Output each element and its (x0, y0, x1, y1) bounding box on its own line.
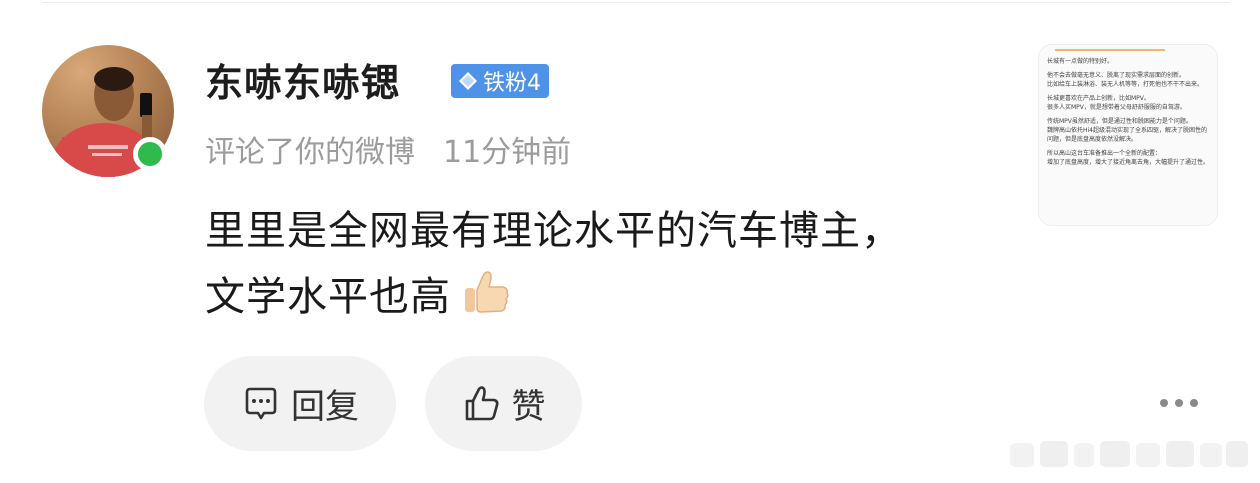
fan-level-badge: 铁粉4 (451, 64, 549, 98)
thumbnail-paragraph: 传统MPV虽然舒适，但是通过性和脱困能力是个问题。 魏牌高山依托Hi4超级混动实… (1047, 118, 1207, 143)
thumbnail-accent-bar (1055, 49, 1165, 51)
thumbs-up-icon (465, 385, 498, 420)
like-button[interactable]: 赞 (425, 356, 582, 451)
post-thumbnail[interactable]: 长城有一点做的特别好。 他不会去做毫无意义、脱离了现实需求层面的创新。 比如给车… (1038, 44, 1218, 226)
comment-bubble-icon (245, 387, 277, 419)
thumbnail-paragraph: 长城有一点做的特别好。 (1047, 58, 1114, 65)
more-options-icon[interactable] (1160, 396, 1200, 410)
like-label: 赞 (511, 387, 546, 427)
comment-line-1: 里里是全网最有理论水平的汽车博主， (205, 208, 902, 254)
comment-line-2-wrap: 文学水平也高 (205, 264, 985, 330)
top-divider (42, 2, 1230, 3)
badge-label: 铁粉4 (483, 71, 541, 96)
reply-label: 回复 (291, 387, 359, 427)
timestamp: 11分钟前 (443, 135, 572, 170)
thumbs-up-emoji-icon (465, 271, 509, 313)
comment-meta: 评论了你的微博 11分钟前 (205, 127, 571, 171)
action-text: 评论了你的微博 (205, 135, 415, 170)
diamond-icon (459, 72, 477, 90)
online-status-dot (133, 137, 167, 171)
thumbnail-paragraph: 长城更喜欢在产品上创新，比如MPV。 很多人买MPV，就是想带着父母舒舒服服的自… (1047, 95, 1186, 111)
thumbnail-paragraph: 所以高山这台车准备推出一个全新的配置： 增加了底盘高度，增大了接近角离去角，大幅… (1047, 150, 1210, 166)
comment-line-2: 文学水平也高 (205, 274, 451, 320)
username[interactable]: 东哧东哧锶 (205, 52, 400, 107)
reply-button[interactable]: 回复 (204, 356, 396, 451)
thumbnail-paragraph: 他不会去做毫无意义、脱离了现实需求层面的创新。 比如给车上装淋浴、装无人机等等，… (1047, 72, 1204, 88)
comment-body: 里里是全网最有理论水平的汽车博主， 文学水平也高 (205, 198, 985, 330)
watermark-logo (1010, 441, 1248, 467)
